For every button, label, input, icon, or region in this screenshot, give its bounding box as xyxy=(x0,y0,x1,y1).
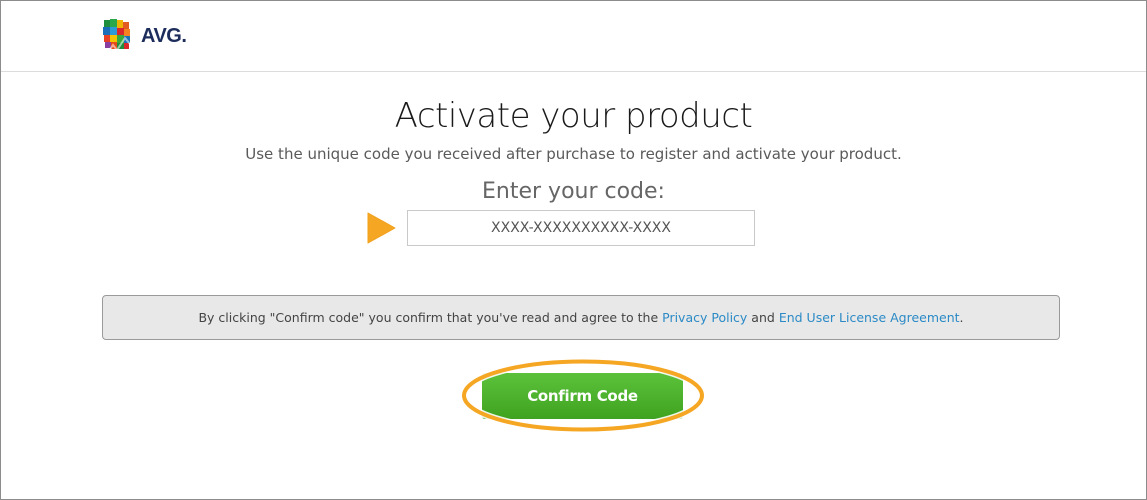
notice-suffix: . xyxy=(959,310,964,325)
avg-logo-icon xyxy=(103,19,131,53)
privacy-policy-link[interactable]: Privacy Policy xyxy=(662,310,747,325)
code-label: Enter your code: xyxy=(482,179,665,204)
notice-prefix: By clicking "Confirm code" you confirm t… xyxy=(198,310,659,325)
site-header: AVG. xyxy=(1,1,1146,72)
eula-link[interactable]: End User License Agreement xyxy=(779,310,960,325)
page-title: Activate your product xyxy=(394,96,753,136)
consent-notice: By clicking "Confirm code" you confirm t… xyxy=(102,295,1060,340)
confirm-area: Confirm Code xyxy=(461,358,705,433)
notice-middle: and xyxy=(751,310,775,325)
arrow-right-icon xyxy=(367,212,396,244)
avg-logo[interactable]: AVG. xyxy=(102,19,187,53)
page-subtitle: Use the unique code you received after p… xyxy=(245,145,902,163)
activation-panel: Activate your product Use the unique cod… xyxy=(1,72,1146,499)
confirm-code-button[interactable]: Confirm Code xyxy=(482,373,683,419)
browser-page: AVG. Activate your product Use the uniqu… xyxy=(0,0,1147,500)
logo-text: AVG. xyxy=(141,25,187,47)
activation-code-input[interactable] xyxy=(407,210,755,246)
